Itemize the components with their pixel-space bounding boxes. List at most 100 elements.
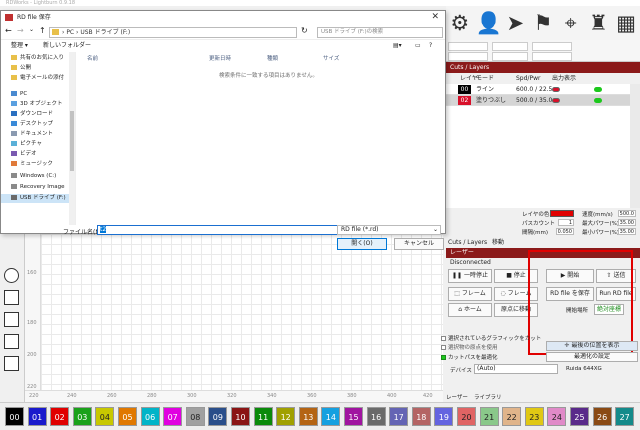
palette-swatch[interactable]: 07 (163, 407, 183, 426)
up-icon[interactable]: ↑ (39, 26, 46, 35)
palette-swatch[interactable]: 11 (253, 407, 273, 426)
close-icon[interactable]: ✕ (431, 11, 439, 24)
forward-icon[interactable]: → (17, 26, 24, 35)
cut-selected-checkbox[interactable]: 選択されているグラフィックをカット (441, 334, 541, 342)
nav-item[interactable]: 共有のお気に入り (11, 54, 64, 63)
align-tool-icon[interactable] (4, 334, 19, 349)
nav-item[interactable]: デスクトップ (11, 120, 53, 129)
cancel-button[interactable]: キャンセル (394, 238, 444, 250)
pane-icon[interactable]: ▭ (415, 40, 421, 52)
frame-button[interactable]: ⬚ フレーム (448, 287, 492, 301)
nav-item[interactable]: USB ドライブ (F:) (1, 194, 69, 203)
nav-item[interactable]: ミュージック (11, 160, 53, 169)
palette-swatch[interactable]: 03 (72, 407, 92, 426)
ellipse-tool-icon[interactable] (4, 268, 19, 283)
col-type[interactable]: 種類 (267, 54, 278, 62)
palette-swatch[interactable]: 27 (615, 407, 635, 426)
x-field[interactable] (448, 42, 488, 51)
palette-swatch[interactable]: 16 (366, 407, 386, 426)
output-toggle[interactable] (552, 87, 560, 92)
chevron-down-icon[interactable]: ⌄ (29, 26, 34, 33)
palette-swatch[interactable]: 15 (344, 407, 363, 426)
palette-swatch[interactable]: 05 (118, 407, 137, 426)
person-icon[interactable]: 👤 (476, 10, 502, 36)
robot-icon[interactable]: ⚙ (448, 10, 472, 36)
palette-swatch[interactable]: 20 (457, 407, 476, 426)
width-field[interactable] (492, 42, 528, 51)
col-date[interactable]: 更新日時 (209, 54, 231, 62)
show-last-position-button[interactable]: ✛ 最後の位置を表示 (546, 341, 638, 351)
filetype-select[interactable]: RD file (*.rd) ⌄ (337, 225, 441, 235)
search-input[interactable]: USB ドライブ (F:)の検索 (317, 27, 443, 38)
grid-icon[interactable]: ▦ (614, 10, 638, 36)
palette-swatch[interactable]: 12 (276, 407, 296, 426)
nav-item[interactable]: ピクチャ (11, 140, 42, 149)
min-power-input[interactable]: 35.00 (618, 228, 636, 235)
palette-swatch[interactable]: 02 (50, 407, 70, 426)
palette-swatch[interactable]: 22 (502, 407, 522, 426)
max-power-input[interactable]: 35.00 (618, 219, 636, 226)
show-toggle[interactable] (594, 87, 602, 92)
use-selection-origin-checkbox[interactable]: 選択物の原点を使用 (441, 343, 498, 351)
col-size[interactable]: サイズ (323, 54, 339, 62)
output-toggle[interactable] (552, 98, 560, 103)
palette-swatch[interactable]: 09 (208, 407, 228, 426)
send-icon[interactable]: ➤ (503, 10, 527, 36)
palette-swatch[interactable]: 17 (389, 407, 409, 426)
help-icon[interactable]: ? (429, 40, 432, 52)
file-list[interactable]: 名前 更新日時 種類 サイズ 検索条件に一致する項目はありません。 (77, 52, 445, 225)
show-toggle[interactable] (594, 98, 602, 103)
device-select[interactable]: (Auto) (474, 364, 558, 374)
col-name[interactable]: 名前 (87, 54, 98, 62)
tab-laser[interactable]: レーザー (446, 393, 468, 401)
optimize-checkbox[interactable]: カットパスを最適化 (441, 353, 498, 361)
distribute-tool-icon[interactable] (4, 356, 19, 371)
y-field[interactable] (448, 52, 488, 61)
organize-button[interactable]: 整理 ▾ (11, 40, 28, 52)
navigation-scroll-thumb[interactable] (70, 111, 74, 171)
palette-swatch[interactable]: 06 (140, 407, 160, 426)
nav-item[interactable]: Recovery Image (11, 183, 64, 192)
interval-input[interactable]: 0.050 (556, 228, 574, 235)
layer-mode[interactable]: ライン (476, 84, 494, 95)
design-canvas[interactable] (41, 234, 443, 390)
home-button[interactable]: ⌂ ホーム (448, 303, 492, 317)
view-icon[interactable]: ▤▾ (393, 40, 402, 52)
nav-item[interactable]: ダウンロード (11, 110, 53, 119)
address-input[interactable]: › PC › USB ドライブ (F:) (49, 27, 297, 38)
palette-swatch[interactable]: 10 (231, 407, 250, 426)
organize-icon[interactable]: ♜ (586, 10, 610, 36)
palette-swatch[interactable]: 08 (185, 407, 205, 426)
new-folder-button[interactable]: 新しいフォルダー (43, 40, 91, 52)
palette-swatch[interactable]: 21 (479, 407, 499, 426)
nav-item[interactable]: ビデオ (11, 150, 37, 159)
nav-item[interactable]: PC (11, 90, 27, 99)
speed-input[interactable]: 500.0 (618, 210, 636, 217)
path-usb[interactable]: USB ドライブ (F:) (80, 29, 130, 36)
back-icon[interactable]: ← (5, 26, 12, 35)
nav-item[interactable]: 公開 (11, 64, 31, 73)
crosshair-icon[interactable]: ⌖ (559, 10, 583, 36)
palette-swatch[interactable]: 04 (95, 407, 115, 426)
layer-color-swatch[interactable] (550, 210, 574, 217)
pause-button[interactable]: ❚❚ 一時停止 (448, 269, 492, 283)
layer-row[interactable]: 00 ライン 600.0 / 22.5 (446, 84, 630, 95)
palette-swatch[interactable]: 13 (298, 407, 318, 426)
palette-swatch[interactable]: 24 (547, 407, 567, 426)
layer-mode[interactable]: 塗りつぶし (476, 95, 506, 106)
palette-swatch[interactable]: 18 (411, 407, 431, 426)
palette-swatch[interactable]: 25 (570, 407, 589, 426)
path-pc[interactable]: PC (66, 29, 74, 36)
open-button[interactable]: 開く(O) (337, 238, 387, 250)
palette-swatch[interactable]: 19 (434, 407, 454, 426)
layers-scrollbar[interactable] (630, 84, 640, 208)
pass-input[interactable]: 1 (558, 219, 574, 226)
nav-item[interactable]: ドキュメント (11, 130, 53, 139)
offset-field[interactable] (532, 52, 572, 61)
nav-item[interactable]: Windows (C:) (11, 172, 56, 181)
tab-move[interactable]: 移動 (492, 238, 504, 248)
nav-item[interactable]: 電子メールの添付 (11, 74, 64, 83)
refresh-icon[interactable]: ↻ (301, 26, 308, 35)
filename-input[interactable]: t2 ⌄ (97, 225, 345, 235)
font-field[interactable] (532, 42, 572, 51)
